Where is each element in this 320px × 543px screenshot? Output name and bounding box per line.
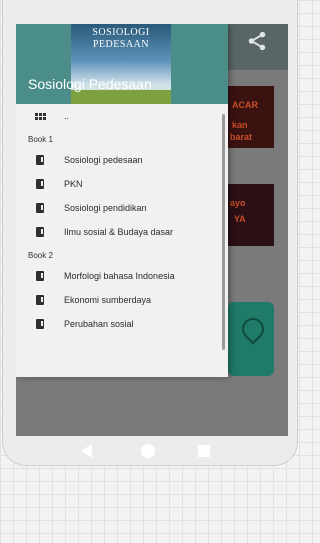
drawer-header: SOSIOLOGI PEDESAAN Sosiologi Pedesaan bbox=[16, 24, 228, 104]
book-icon bbox=[36, 227, 44, 237]
back-icon[interactable] bbox=[81, 444, 92, 458]
share-icon[interactable] bbox=[246, 30, 268, 52]
book-icon bbox=[36, 155, 44, 165]
scrollbar[interactable] bbox=[222, 114, 225, 350]
menu-item[interactable]: Sosiologi pedesaan bbox=[16, 148, 228, 172]
app-screen: ACAR kan barat ayo YA SOSIOLOGI PEDESAAN… bbox=[16, 24, 288, 436]
home-icon[interactable] bbox=[141, 444, 155, 458]
phone-frame: ACAR kan barat ayo YA SOSIOLOGI PEDESAAN… bbox=[2, 0, 298, 466]
menu-item[interactable]: Morfologi bahasa Indonesia bbox=[16, 264, 228, 288]
section-header: Book 1 bbox=[28, 135, 53, 144]
book-icon bbox=[36, 295, 44, 305]
map-tile[interactable] bbox=[228, 302, 274, 376]
navigation-drawer: SOSIOLOGI PEDESAAN Sosiologi Pedesaan ..… bbox=[16, 24, 228, 377]
recent-apps-icon[interactable] bbox=[198, 445, 210, 457]
menu-item[interactable]: Perubahan sosial bbox=[16, 312, 228, 336]
section-header: Book 2 bbox=[28, 251, 53, 260]
app-bar bbox=[228, 24, 288, 70]
menu-item-home[interactable]: .. bbox=[16, 104, 228, 128]
drawer-title: Sosiologi Pedesaan bbox=[28, 76, 152, 92]
menu-item[interactable]: Ilmu sosial & Budaya dasar bbox=[16, 220, 228, 244]
book-icon bbox=[36, 319, 44, 329]
book-icon bbox=[36, 203, 44, 213]
menu-item[interactable]: Sosiologi pendidikan bbox=[16, 196, 228, 220]
menu-item[interactable]: Ekonomi sumberdaya bbox=[16, 288, 228, 312]
book-icon bbox=[36, 179, 44, 189]
background-book-tile[interactable]: ACAR kan barat bbox=[228, 86, 274, 148]
drawer-menu: .. Book 1 Sosiologi pedesaan PKN Sosiolo… bbox=[16, 104, 228, 336]
background-book-tile[interactable]: ayo YA bbox=[228, 184, 274, 246]
grid-icon bbox=[34, 112, 46, 120]
book-cover-image: SOSIOLOGI PEDESAAN bbox=[71, 24, 171, 104]
system-nav-bar bbox=[3, 440, 299, 462]
book-icon bbox=[36, 271, 44, 281]
menu-item[interactable]: PKN bbox=[16, 172, 228, 196]
map-pin-icon bbox=[237, 313, 269, 345]
